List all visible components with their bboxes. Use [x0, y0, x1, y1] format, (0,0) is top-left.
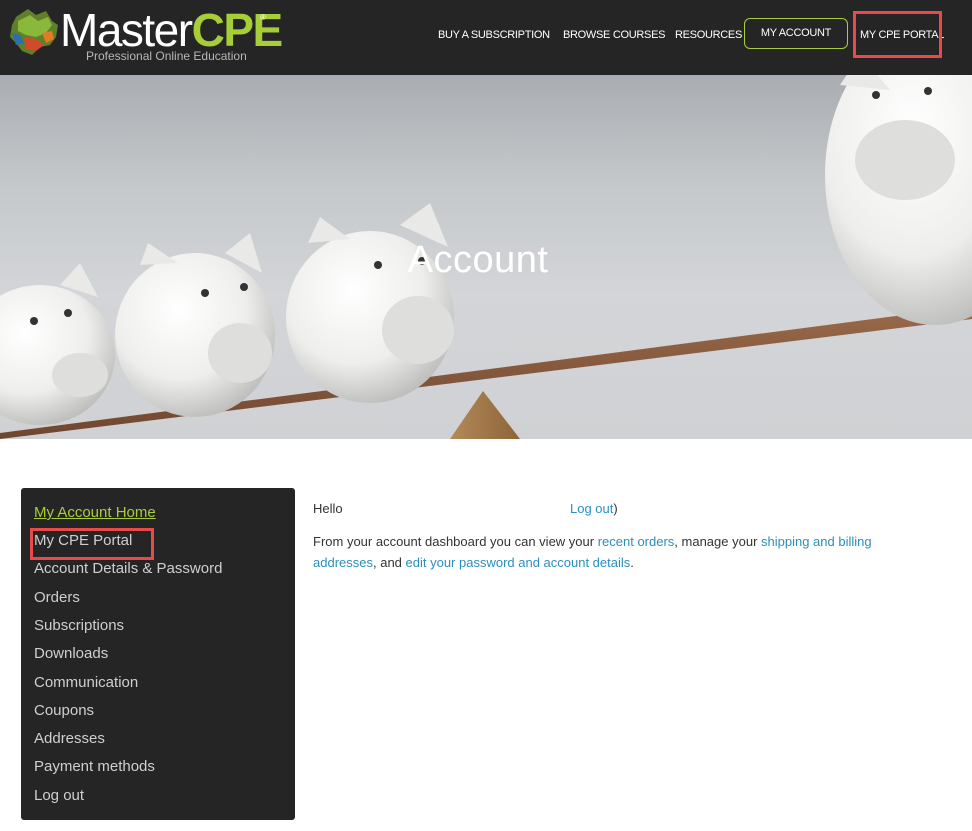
addresses-link[interactable]: addresses: [313, 555, 373, 570]
sidebar-item-log-out[interactable]: Log out: [34, 785, 84, 807]
nav-my-cpe-portal[interactable]: MY CPE PORTAL: [860, 26, 944, 44]
recent-orders-link[interactable]: recent orders: [598, 534, 675, 549]
sidebar-item-account-details[interactable]: Account Details & Password: [34, 558, 222, 580]
logout-close-paren: ): [613, 501, 618, 516]
sidebar-item-my-account-home[interactable]: My Account Home: [34, 502, 156, 524]
logout-link[interactable]: Log out: [570, 501, 613, 516]
shipping-billing-link[interactable]: shipping and billing: [761, 534, 872, 549]
sidebar-item-payment-methods[interactable]: Payment methods: [34, 756, 155, 778]
logo-tagline: Professional Online Education: [86, 49, 247, 63]
edit-account-details-link[interactable]: edit your password and account details: [406, 555, 631, 570]
logo-map-icon: [10, 9, 58, 55]
sidebar-item-communication[interactable]: Communication: [34, 672, 138, 694]
nav-my-account-button[interactable]: MY ACCOUNT: [744, 18, 848, 49]
logout-line: Log out): [570, 498, 618, 519]
registered-mark: ®: [260, 13, 266, 22]
site-header: MasterCPE ® Professional Online Educatio…: [0, 0, 972, 75]
dashboard-intro-line1: From your account dashboard you can view…: [313, 531, 872, 552]
sidebar-item-downloads[interactable]: Downloads: [34, 643, 108, 665]
and-text: , and: [372, 555, 406, 570]
sidebar-item-my-cpe-portal[interactable]: My CPE Portal: [34, 530, 132, 552]
sidebar-item-orders[interactable]: Orders: [34, 587, 80, 609]
sidebar-item-addresses[interactable]: Addresses: [34, 728, 105, 750]
mastercpe-logo[interactable]: MasterCPE ® Professional Online Educatio…: [6, 3, 283, 67]
period-text: .: [630, 555, 634, 570]
hero-banner: Account: [0, 75, 972, 439]
dashboard-intro-text: From your account dashboard you can view…: [313, 534, 598, 549]
nav-resources[interactable]: RESOURCES: [675, 26, 742, 44]
sidebar-item-subscriptions[interactable]: Subscriptions: [34, 615, 124, 637]
logo-wordmark: MasterCPE: [60, 5, 283, 55]
page-title: Account: [407, 239, 549, 281]
nav-buy-subscription[interactable]: BUY A SUBSCRIPTION: [438, 26, 550, 44]
hello-greeting: Hello: [313, 501, 343, 516]
sidebar-item-coupons[interactable]: Coupons: [34, 700, 94, 722]
dashboard-intro-line2: addresses, and edit your password and ac…: [313, 552, 634, 573]
nav-browse-courses[interactable]: BROWSE COURSES: [563, 26, 665, 44]
account-sidebar: My Account Home My CPE Portal Account De…: [21, 488, 295, 820]
manage-text: , manage your: [674, 534, 762, 549]
